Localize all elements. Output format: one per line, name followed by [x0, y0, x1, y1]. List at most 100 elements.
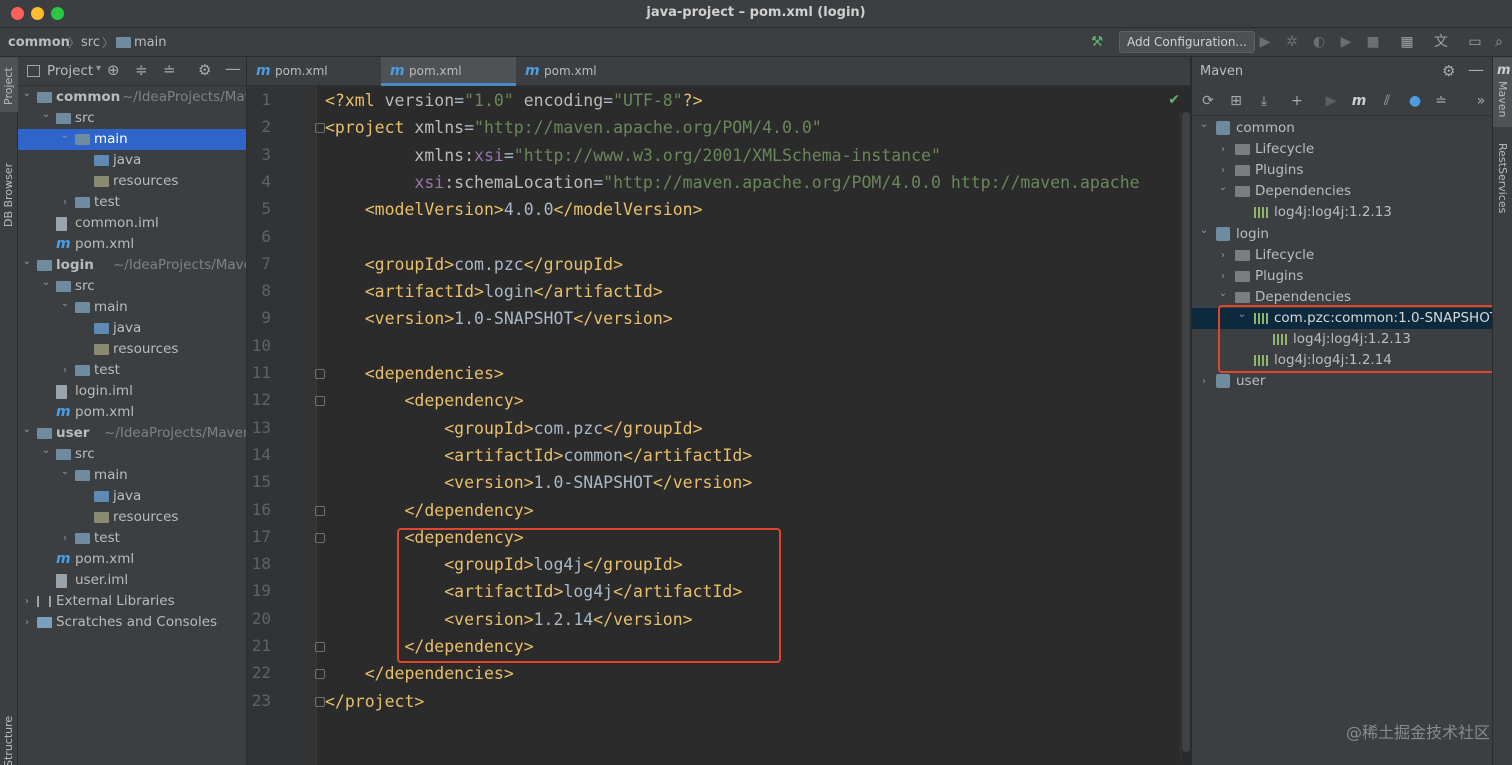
fold-marker-icon[interactable]: [315, 532, 325, 543]
chevron-right-icon[interactable]: ›: [59, 528, 71, 549]
scrollbar-thumb[interactable]: [1182, 112, 1190, 752]
chevron-right-icon[interactable]: ›: [21, 612, 33, 633]
hide-panel-icon[interactable]: —: [225, 59, 241, 78]
rest-services-tool-tab[interactable]: RestServices: [1496, 143, 1509, 213]
chevron-down-icon[interactable]: ⌄: [1198, 224, 1210, 238]
project-tree-item[interactable]: ⌄ login ~/IdeaProjects/Maven/ja: [18, 255, 246, 276]
chevron-right-icon[interactable]: ›: [59, 360, 71, 381]
project-tree-item[interactable]: › test: [18, 360, 246, 381]
project-tree-item[interactable]: m pom.xml: [18, 402, 246, 423]
build-hammer-icon[interactable]: ⚒: [1088, 33, 1106, 51]
run-icon[interactable]: ▶: [1256, 33, 1274, 51]
chevron-down-icon[interactable]: ⌄: [21, 87, 33, 101]
code-line[interactable]: <groupId>com.pzc</groupId>: [325, 251, 623, 278]
code-line[interactable]: </project>: [325, 688, 424, 715]
skip-tests-icon[interactable]: ●: [1406, 92, 1424, 110]
project-view-selector[interactable]: Project: [47, 63, 93, 79]
chevron-right-icon[interactable]: ›: [21, 591, 33, 612]
gear-icon[interactable]: ⚙: [198, 61, 211, 79]
tab-pom-common[interactable]: mpom.xml (common)✕: [516, 57, 676, 107]
search-icon[interactable]: ⌕: [1490, 33, 1508, 51]
fold-marker-icon[interactable]: [315, 505, 325, 516]
chevron-down-icon[interactable]: ⌄: [21, 423, 33, 437]
code-line[interactable]: xsi:schemaLocation="http://maven.apache.…: [325, 169, 1139, 196]
breadcrumb-common[interactable]: common: [8, 35, 70, 50]
gear-icon[interactable]: ⚙: [1442, 62, 1455, 80]
project-tree-item[interactable]: › test: [18, 192, 246, 213]
project-tree-item[interactable]: ⌄ main: [18, 129, 246, 150]
reload-icon[interactable]: ⟳: [1199, 92, 1217, 110]
code-line[interactable]: xmlns:xsi="http://www.w3.org/2001/XMLSch…: [325, 142, 941, 169]
project-tree-item[interactable]: login.iml: [18, 381, 246, 402]
locate-icon[interactable]: ⊕: [107, 61, 120, 79]
fold-marker-icon[interactable]: [315, 396, 325, 407]
project-tree-item[interactable]: java: [18, 318, 246, 339]
expand-all-icon[interactable]: ≑: [135, 61, 148, 79]
chevron-down-icon[interactable]: ⌄: [1217, 287, 1229, 301]
project-tree-item[interactable]: m pom.xml: [18, 234, 246, 255]
project-tree-item[interactable]: ⌄ user ~/IdeaProjects/Maven/ja: [18, 423, 246, 444]
project-tree-item[interactable]: resources: [18, 339, 246, 360]
tab-pom-user[interactable]: mpom.xml (user)✕: [247, 57, 381, 107]
toggle-offline-icon[interactable]: ⫽: [1378, 92, 1396, 110]
more-icon[interactable]: »: [1472, 92, 1490, 110]
add-configuration-button[interactable]: Add Configuration...: [1119, 31, 1255, 53]
maven-tree-item[interactable]: › Lifecycle: [1192, 245, 1492, 266]
project-tree-item[interactable]: java: [18, 486, 246, 507]
add-icon[interactable]: +: [1288, 92, 1306, 110]
project-tree-item[interactable]: ⌄ common ~/IdeaProjects/Mav: [18, 87, 246, 108]
maven-tree-item[interactable]: › Lifecycle: [1192, 139, 1492, 160]
chevron-down-icon[interactable]: ⌄: [1198, 118, 1210, 132]
profile-icon[interactable]: ▶: [1337, 33, 1355, 51]
code-line[interactable]: <artifactId>login</artifactId>: [325, 278, 663, 305]
chevron-down-icon[interactable]: ▾: [96, 63, 101, 74]
code-editor[interactable]: 1 2 3 4 5 6 7 8 9 10 11 12 13 14 15 16 17 18 19 20 21 22 23 <?…: [247, 86, 1190, 765]
fold-marker-icon[interactable]: [315, 369, 325, 379]
chevron-right-icon[interactable]: ›: [1217, 139, 1229, 160]
maven-tree-item[interactable]: log4j:log4j:1.2.13: [1192, 202, 1492, 223]
maven-tree-item[interactable]: ⌄ common: [1192, 118, 1492, 139]
chevron-down-icon[interactable]: ⌄: [59, 465, 71, 479]
fold-marker-icon[interactable]: [315, 669, 325, 680]
structure-tool-tab[interactable]: Structure: [2, 716, 15, 765]
code-line[interactable]: <version>1.0-SNAPSHOT</version>: [325, 469, 752, 496]
chevron-down-icon[interactable]: ⌄: [40, 108, 52, 122]
project-tool-tab[interactable]: Project: [0, 57, 18, 112]
project-tree-item[interactable]: ⌄ src: [18, 108, 246, 129]
code-line[interactable]: <?xml version="1.0" encoding="UTF-8"?>: [325, 87, 703, 114]
maven-tree-item[interactable]: › user: [1192, 371, 1492, 392]
project-tree-item[interactable]: m pom.xml: [18, 549, 246, 570]
run-icon[interactable]: ▶: [1322, 92, 1340, 110]
chevron-right-icon[interactable]: ›: [1198, 371, 1210, 392]
project-tree-item[interactable]: resources: [18, 171, 246, 192]
hide-panel-icon[interactable]: —: [1468, 60, 1484, 79]
maven-tool-tab[interactable]: m Maven: [1493, 57, 1512, 127]
maven-tree-item[interactable]: › Plugins: [1192, 266, 1492, 287]
code-line[interactable]: <version>1.0-SNAPSHOT</version>: [325, 305, 673, 332]
code-line[interactable]: </dependency>: [325, 497, 533, 524]
layout-icon[interactable]: ▭: [1466, 33, 1484, 51]
maven-tree-item[interactable]: ⌄ Dependencies: [1192, 181, 1492, 202]
project-tree-item[interactable]: java: [18, 150, 246, 171]
inspection-ok-icon[interactable]: ✔: [1168, 92, 1180, 108]
coverage-icon[interactable]: ◐: [1310, 33, 1328, 51]
project-tree-item[interactable]: user.iml: [18, 570, 246, 591]
code-line[interactable]: <dependencies>: [325, 360, 504, 387]
code-line[interactable]: <groupId>com.pzc</groupId>: [325, 415, 702, 442]
project-tree-item[interactable]: › Scratches and Consoles: [18, 612, 246, 633]
translate-icon[interactable]: 文: [1432, 33, 1450, 51]
chevron-down-icon[interactable]: ⌄: [40, 276, 52, 290]
download-icon[interactable]: ⤓: [1255, 92, 1273, 110]
code-line[interactable]: <dependency>: [325, 387, 523, 414]
execute-goal-icon[interactable]: m: [1350, 92, 1368, 110]
fold-marker-icon[interactable]: [315, 696, 325, 707]
fold-marker-icon[interactable]: [315, 123, 325, 134]
project-tree-item[interactable]: ⌄ src: [18, 444, 246, 465]
project-tree-item[interactable]: ⌄ main: [18, 297, 246, 318]
project-tree-item[interactable]: ⌄ src: [18, 276, 246, 297]
project-tree-item[interactable]: resources: [18, 507, 246, 528]
chevron-down-icon[interactable]: ⌄: [59, 297, 71, 311]
chevron-right-icon[interactable]: ›: [1217, 245, 1229, 266]
generate-sources-icon[interactable]: ⊞: [1227, 92, 1245, 110]
breadcrumb-src[interactable]: src: [81, 35, 100, 50]
